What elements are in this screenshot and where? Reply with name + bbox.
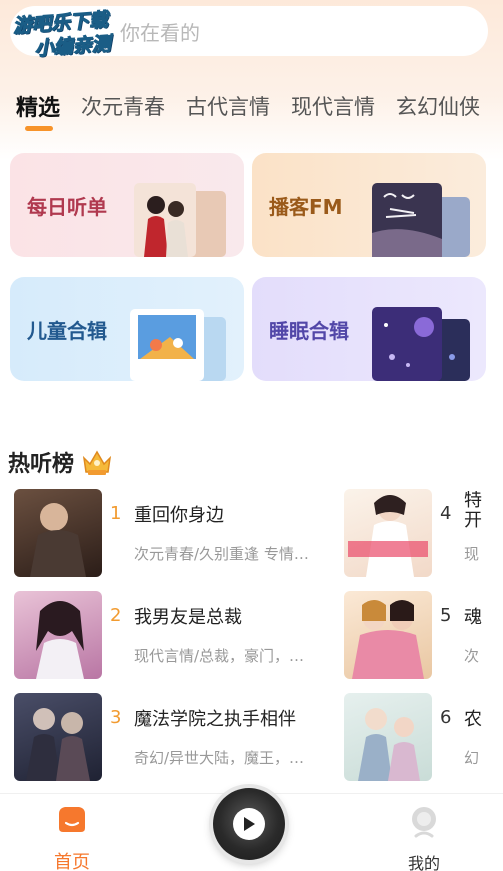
podcast-fm-card[interactable]: 播客FM (252, 153, 486, 257)
book-title-2: 我男友是总裁 (134, 607, 242, 628)
book-tags-6: 幻 (464, 749, 480, 767)
sleep-collection-label: 睡眠合辑 (269, 318, 349, 343)
category-tabs: 精选 次元青春 古代言情 现代言情 玄幻仙侠 (0, 86, 503, 126)
watermark-logo: 游吧乐下载 小编亲测 (12, 6, 145, 69)
bottom-navigation: 首页 我的 (0, 788, 503, 871)
cover-5-art (352, 600, 424, 679)
kids-collection-card[interactable]: 儿童合辑 (10, 277, 244, 381)
tab-featured[interactable]: 精选 (16, 90, 60, 122)
ranking-item-6[interactable]: 6 农 幻 (344, 693, 503, 783)
rank-number-4: 4 (440, 503, 452, 524)
kids-art-icon (130, 309, 226, 381)
cover-6-art (358, 708, 420, 781)
book-title-6: 农 (464, 709, 482, 730)
cover-3-art (26, 708, 90, 781)
ranking-item-5[interactable]: 5 魂 次 (344, 591, 503, 681)
book-cover-3 (14, 693, 102, 781)
nav-mine[interactable]: 我的 (396, 806, 452, 871)
player-button[interactable] (213, 788, 285, 860)
ranking-item-4[interactable]: 4 特开 现 (344, 489, 503, 579)
tab-modern-romance[interactable]: 现代言情 (291, 91, 375, 121)
ranking-item-2[interactable]: 2 我男友是总裁 现代言情/总裁，豪门，… (14, 591, 344, 681)
nav-home[interactable]: 首页 (44, 804, 100, 871)
daily-list-card[interactable]: 每日听单 (10, 153, 244, 257)
book-tags-4: 现 (464, 545, 480, 563)
rank-number-3: 3 (110, 707, 122, 728)
tab-ancient-romance[interactable]: 古代言情 (186, 91, 270, 121)
sleep-collection-card[interactable]: 睡眠合辑 (252, 277, 486, 381)
book-cover-4 (344, 489, 432, 577)
nav-home-label: 首页 (54, 852, 90, 871)
user-icon (412, 807, 436, 838)
cover-4-art (348, 495, 428, 577)
nav-mine-label: 我的 (407, 854, 440, 871)
daily-list-art-icon (134, 183, 226, 257)
rank-number-5: 5 (440, 605, 452, 626)
play-triangle-icon (244, 817, 255, 831)
crown-icon (82, 450, 112, 475)
book-title-1: 重回你身边 (134, 505, 224, 526)
rank-number-1: 1 (110, 503, 122, 524)
podcast-art-icon (372, 183, 470, 257)
rank-number-6: 6 (440, 707, 452, 728)
home-icon (59, 807, 85, 832)
cover-1-art (30, 503, 86, 577)
hot-listening-title: 热听榜 (8, 446, 114, 478)
book-cover-5 (344, 591, 432, 679)
podcast-fm-label: 播客FM (269, 194, 343, 219)
rank-number-2: 2 (110, 605, 122, 626)
daily-list-label: 每日听单 (27, 194, 107, 219)
book-tags-1: 次元青春/久别重逢 专情… (134, 545, 309, 563)
active-tab-indicator (25, 126, 53, 131)
tab-fantasy[interactable]: 玄幻仙侠 (396, 91, 480, 121)
book-cover-2 (14, 591, 102, 679)
tab-youth[interactable]: 次元青春 (81, 91, 165, 121)
book-title-3: 魔法学院之执手相伴 (134, 709, 296, 730)
book-tags-3: 奇幻/异世大陆，魔王，… (134, 749, 305, 767)
hot-listening-label: 热听榜 (8, 452, 75, 477)
book-tags-5: 次 (464, 647, 480, 665)
book-title-4: 特开 (464, 491, 482, 531)
cover-2-art (36, 601, 84, 679)
play-icon (233, 808, 265, 840)
book-cover-1 (14, 489, 102, 577)
ranking-item-3[interactable]: 3 魔法学院之执手相伴 奇幻/异世大陆，魔王，… (14, 693, 344, 783)
ranking-item-1[interactable]: 1 重回你身边 次元青春/久别重逢 专情… (14, 489, 344, 579)
book-tags-2: 现代言情/总裁，豪门，… (134, 647, 305, 665)
kids-collection-label: 儿童合辑 (27, 318, 107, 343)
book-title-5: 魂 (464, 607, 482, 628)
book-cover-6 (344, 693, 432, 781)
sleep-art-icon (372, 307, 470, 381)
